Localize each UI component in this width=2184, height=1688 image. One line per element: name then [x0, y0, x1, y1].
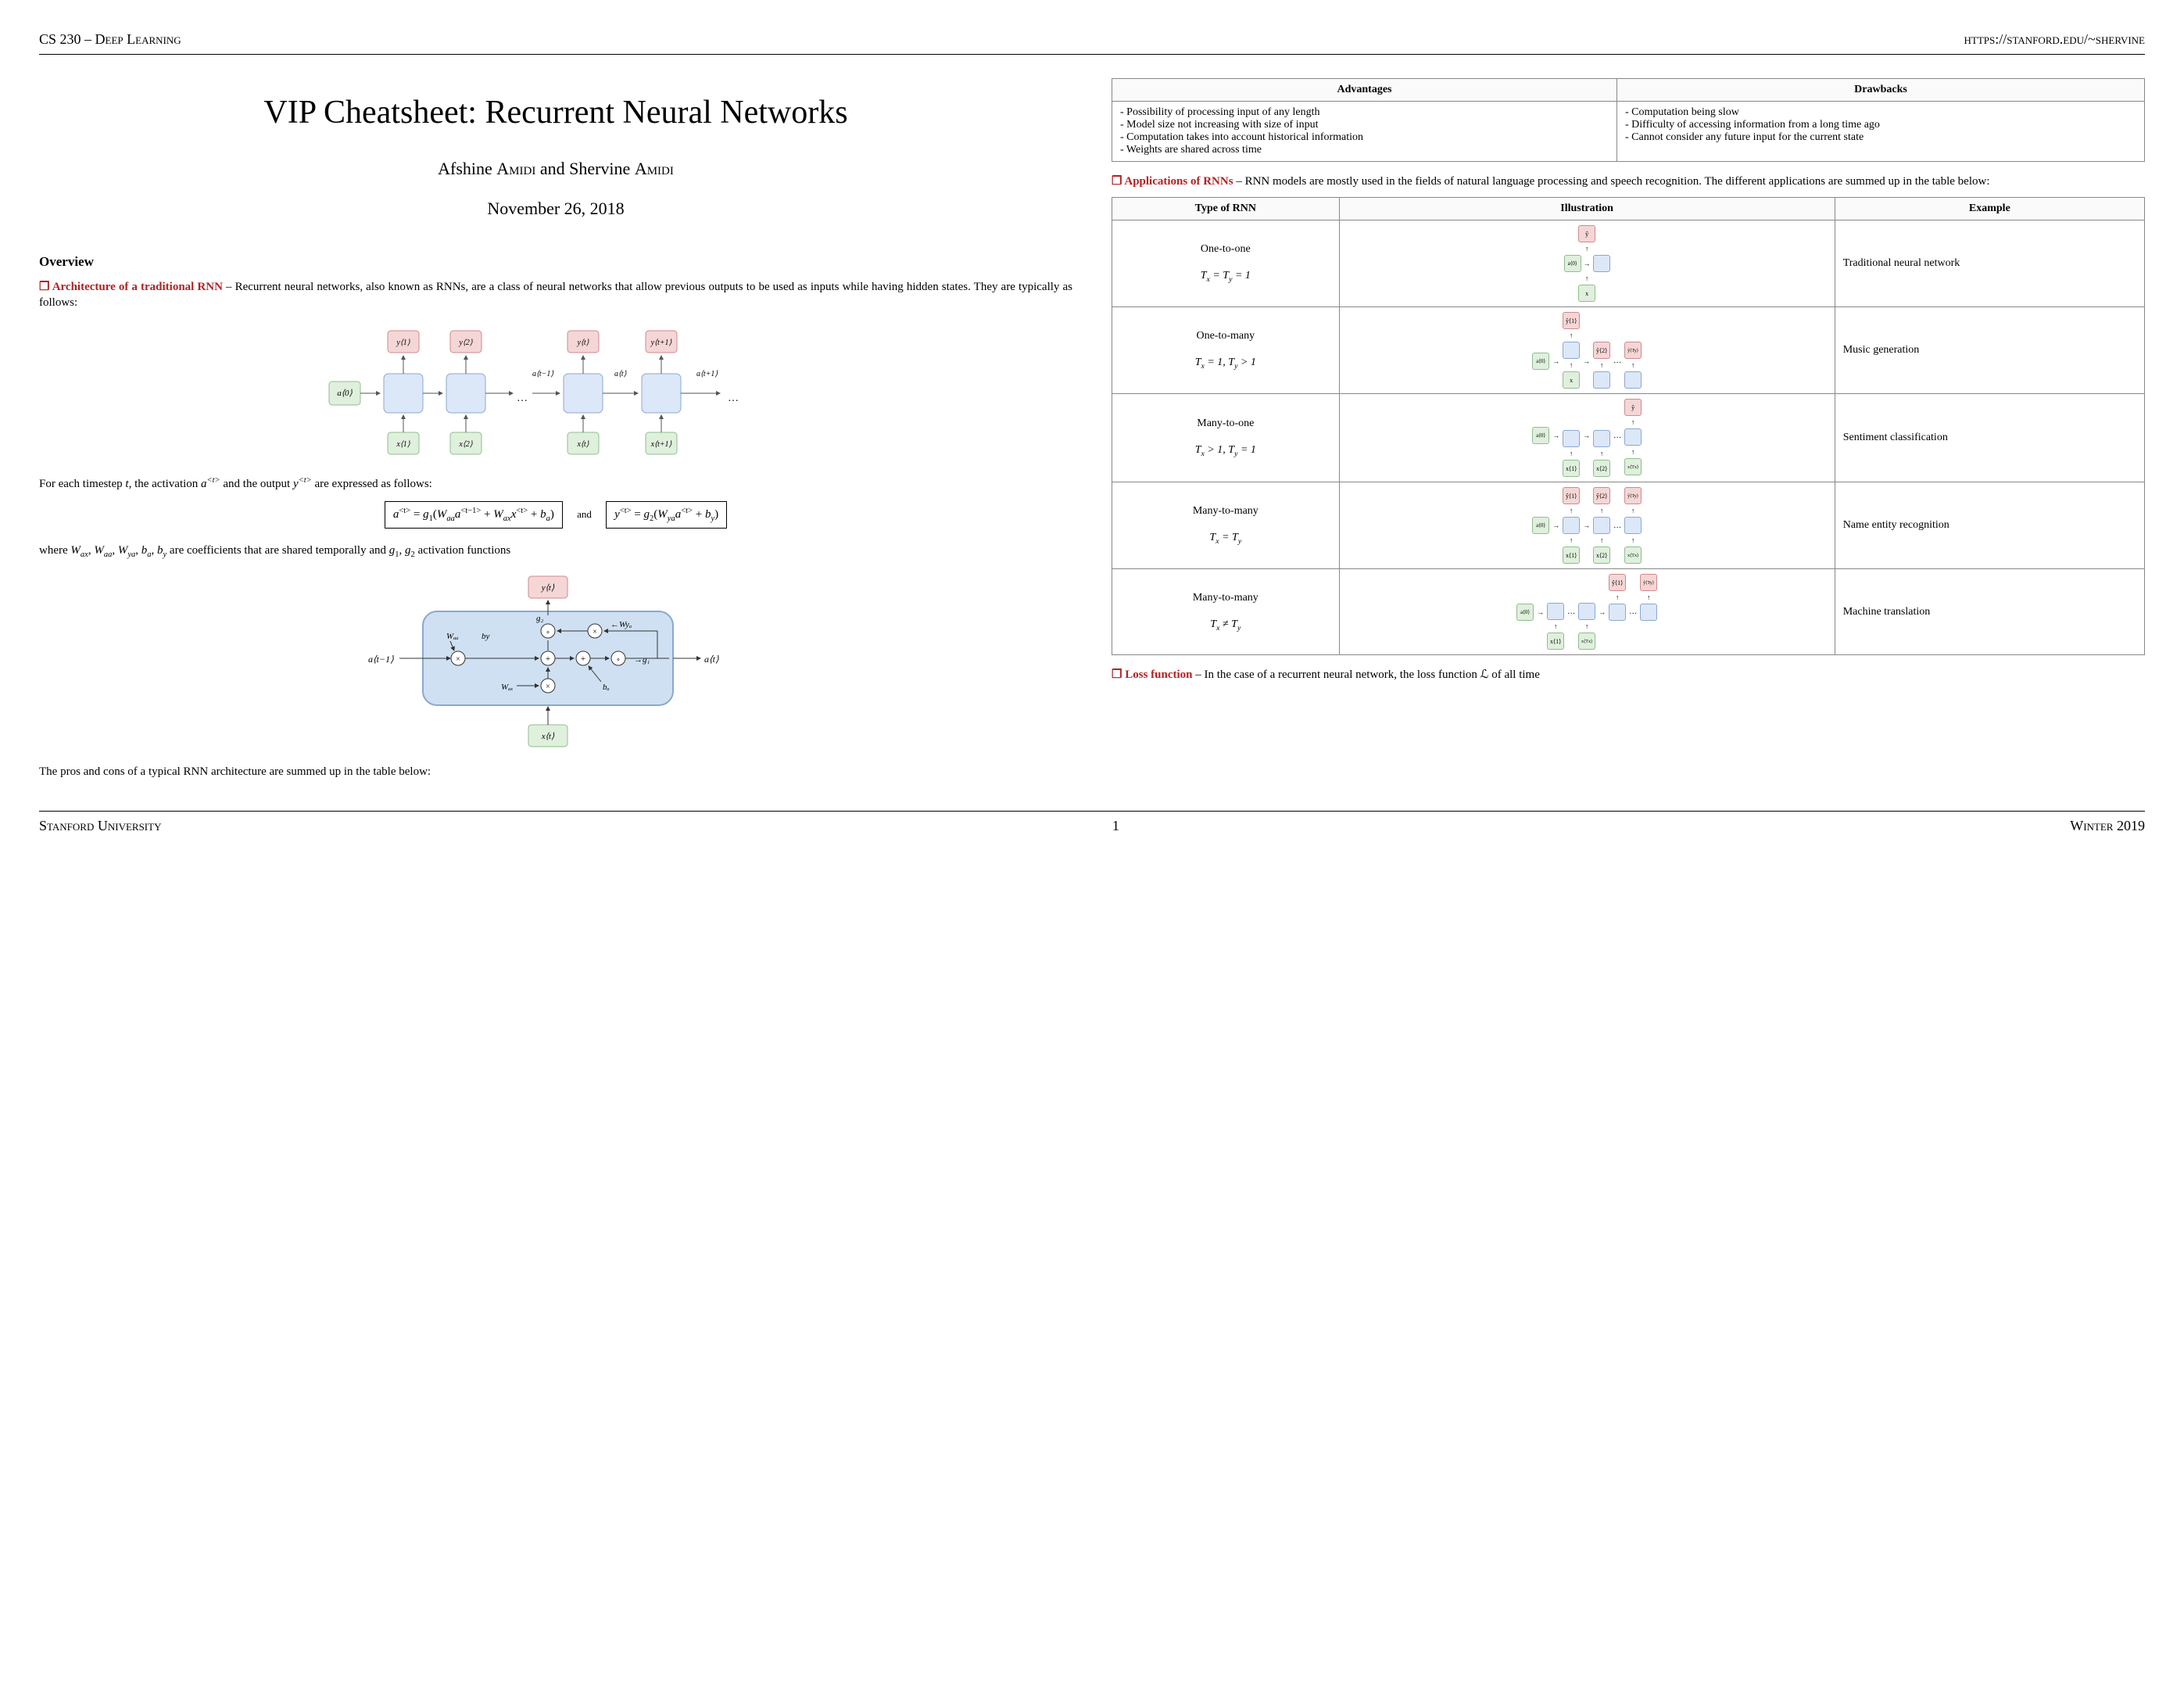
type-name: Many-to-many	[1120, 505, 1331, 518]
svg-text:y⟨1⟩: y⟨1⟩	[396, 339, 410, 347]
svg-text:g₂: g₂	[536, 614, 544, 623]
loss-label: Loss function	[1112, 668, 1192, 681]
svg-text:a⟨0⟩: a⟨0⟩	[337, 389, 353, 398]
svg-text:×: ×	[456, 655, 460, 664]
apps-h2: Illustration	[1339, 198, 1835, 220]
table-row: One-to-many Tx = 1, Ty > 1 a⟨0⟩ → ŷ⟨1⟩↑↑x…	[1112, 307, 2145, 394]
eq-activation: a<t> = g1(Waaa<t−1> + Waxx<t> + ba)	[385, 501, 563, 529]
rnn-cell-diagram: y⟨t⟩ x⟨t⟩ a⟨t−1⟩ a⟨t⟩ × Wₐₐ ×	[39, 572, 1072, 752]
adv-cell: - Possibility of processing input of any…	[1112, 102, 1617, 162]
apps-h1: Type of RNN	[1112, 198, 1340, 220]
svg-text:x⟨t⟩: x⟨t⟩	[576, 440, 589, 449]
drw-cell: - Computation being slow - Difficulty of…	[1617, 102, 2145, 162]
left-column: VIP Cheatsheet: Recurrent Neural Network…	[39, 78, 1072, 787]
svg-text:∘: ∘	[546, 628, 550, 636]
svg-text:y⟨2⟩: y⟨2⟩	[458, 339, 472, 347]
type-formula: Tx = Ty = 1	[1120, 270, 1331, 284]
svg-text:+: +	[546, 654, 550, 664]
apps-text: – RNN models are mostly used in the fiel…	[1233, 175, 1990, 188]
svg-text:a⟨t−1⟩: a⟨t−1⟩	[368, 654, 394, 665]
apps-h3: Example	[1835, 198, 2144, 220]
page-footer: Stanford University 1 Winter 2019	[39, 811, 2145, 834]
type-name: Many-to-one	[1120, 418, 1331, 430]
illustration-cell: a⟨0⟩ → ŷ⟨1⟩↑↑x⟨1⟩ → ŷ⟨2⟩↑↑x⟨2⟩ … ŷ⟨Ty⟩↑↑…	[1339, 482, 1835, 569]
illustration-cell: a⟨0⟩ → ŷ⟨1⟩↑↑x → ŷ⟨2⟩↑ … ŷ⟨Ty⟩↑	[1339, 307, 1835, 394]
footer-right: Winter 2019	[2070, 818, 2145, 834]
svg-text:y⟨t⟩: y⟨t⟩	[576, 339, 589, 347]
main-title: VIP Cheatsheet: Recurrent Neural Network…	[39, 94, 1072, 131]
illustration-cell: a⟨0⟩ → ↑x⟨1⟩ … ↑x⟨Tx⟩ → ŷ⟨1⟩↑ … ŷ⟨Ty⟩↑	[1339, 569, 1835, 655]
table-row: Many-to-one Tx > 1, Ty = 1 a⟨0⟩ → ↑x⟨1⟩ →…	[1112, 394, 2145, 482]
svg-text:y⟨t⟩: y⟨t⟩	[541, 583, 555, 593]
svg-text:by: by	[482, 632, 490, 641]
svg-text:a⟨t⟩: a⟨t⟩	[704, 654, 719, 665]
example-cell: Music generation	[1835, 307, 2144, 394]
header-left: CS 230 – Deep Learning	[39, 31, 181, 48]
overview-heading: Overview	[39, 254, 1072, 270]
svg-text:×: ×	[546, 683, 550, 691]
svg-text:x⟨1⟩: x⟨1⟩	[396, 440, 410, 449]
svg-text:→g₁: →g₁	[634, 655, 650, 665]
svg-text:∘: ∘	[616, 655, 621, 663]
illustration-cell: ŷ↑ a⟨0⟩→ ↑x	[1339, 220, 1835, 307]
apps-paragraph: Applications of RNNs – RNN models are mo…	[1112, 174, 2145, 189]
loss-paragraph: Loss function – In the case of a recurre…	[1112, 667, 2145, 683]
svg-text:a⟨t⟩: a⟨t⟩	[614, 370, 627, 378]
apps-label: Applications of RNNs	[1112, 175, 1233, 188]
svg-text:←Wyₐ: ←Wyₐ	[610, 620, 632, 629]
example-cell: Traditional neural network	[1835, 220, 2144, 307]
timestep-text: For each timestep t, the activation a<t>…	[39, 475, 1072, 492]
page-header: CS 230 – Deep Learning https://stanford.…	[39, 31, 2145, 55]
type-formula: Tx = Ty	[1120, 532, 1331, 546]
authors: Afshine Amidi and Shervine Amidi	[39, 159, 1072, 179]
type-name: One-to-many	[1120, 330, 1331, 342]
unrolled-rnn-diagram: a⟨0⟩ y⟨1⟩ x⟨1⟩	[39, 323, 1072, 464]
example-cell: Machine translation	[1835, 569, 2144, 655]
type-formula: Tx = 1, Ty > 1	[1120, 357, 1331, 371]
svg-text:…: …	[728, 392, 739, 404]
eq-output: y<t> = g2(Wyaa<t> + by)	[606, 501, 727, 529]
svg-text:x⟨t+1⟩: x⟨t+1⟩	[650, 440, 672, 449]
arch-paragraph: Architecture of a traditional RNN – Recu…	[39, 279, 1072, 311]
illustration-cell: a⟨0⟩ → ↑x⟨1⟩ → ↑x⟨2⟩ … ŷ↑↑x⟨Tx⟩	[1339, 394, 1835, 482]
header-right: https://stanford.edu/~shervine	[1964, 31, 2145, 48]
page-number: 1	[1112, 818, 1119, 834]
svg-text:a⟨t+1⟩: a⟨t+1⟩	[696, 370, 718, 378]
right-column: Advantages Drawbacks - Possibility of pr…	[1112, 78, 2145, 787]
svg-text:x⟨2⟩: x⟨2⟩	[458, 440, 472, 449]
drw-header: Drawbacks	[1617, 79, 2145, 102]
table-row: Many-to-many Tx = Ty a⟨0⟩ → ŷ⟨1⟩↑↑x⟨1⟩ → …	[1112, 482, 2145, 569]
example-cell: Sentiment classification	[1835, 394, 2144, 482]
svg-text:×: ×	[593, 628, 597, 636]
loss-text: – In the case of a recurrent neural netw…	[1192, 668, 1539, 681]
svg-text:Wₐₓ: Wₐₓ	[501, 683, 514, 692]
applications-table: Type of RNN Illustration Example One-to-…	[1112, 197, 2145, 655]
where-text: where Wax, Waa, Wya, ba, by are coeffici…	[39, 543, 1072, 561]
svg-text:x⟨t⟩: x⟨t⟩	[541, 732, 555, 741]
type-formula: Tx > 1, Ty = 1	[1120, 444, 1331, 458]
date: November 26, 2018	[39, 199, 1072, 219]
svg-text:…: …	[517, 392, 528, 404]
svg-text:+: +	[581, 654, 585, 664]
proscons-intro: The pros and cons of a typical RNN archi…	[39, 764, 1072, 779]
type-name: One-to-one	[1120, 243, 1331, 256]
type-name: Many-to-many	[1120, 592, 1331, 604]
svg-text:a⟨t−1⟩: a⟨t−1⟩	[532, 370, 553, 378]
arch-label: Architecture of a traditional RNN	[39, 281, 223, 293]
table-row: Many-to-many Tx ≠ Ty a⟨0⟩ → ↑x⟨1⟩ … ↑x⟨Tx…	[1112, 569, 2145, 655]
adv-header: Advantages	[1112, 79, 1617, 102]
svg-text:Wₐₐ: Wₐₐ	[446, 632, 459, 641]
footer-left: Stanford University	[39, 818, 161, 834]
svg-text:bₐ: bₐ	[603, 683, 610, 692]
advantages-drawbacks-table: Advantages Drawbacks - Possibility of pr…	[1112, 78, 2145, 162]
eq-and: and	[577, 508, 592, 520]
example-cell: Name entity recognition	[1835, 482, 2144, 569]
type-formula: Tx ≠ Ty	[1120, 618, 1331, 633]
svg-text:y⟨t+1⟩: y⟨t+1⟩	[650, 339, 672, 347]
table-row: One-to-one Tx = Ty = 1 ŷ↑ a⟨0⟩→ ↑x Tradit…	[1112, 220, 2145, 307]
equations: a<t> = g1(Waaa<t−1> + Waxx<t> + ba) and …	[39, 501, 1072, 529]
